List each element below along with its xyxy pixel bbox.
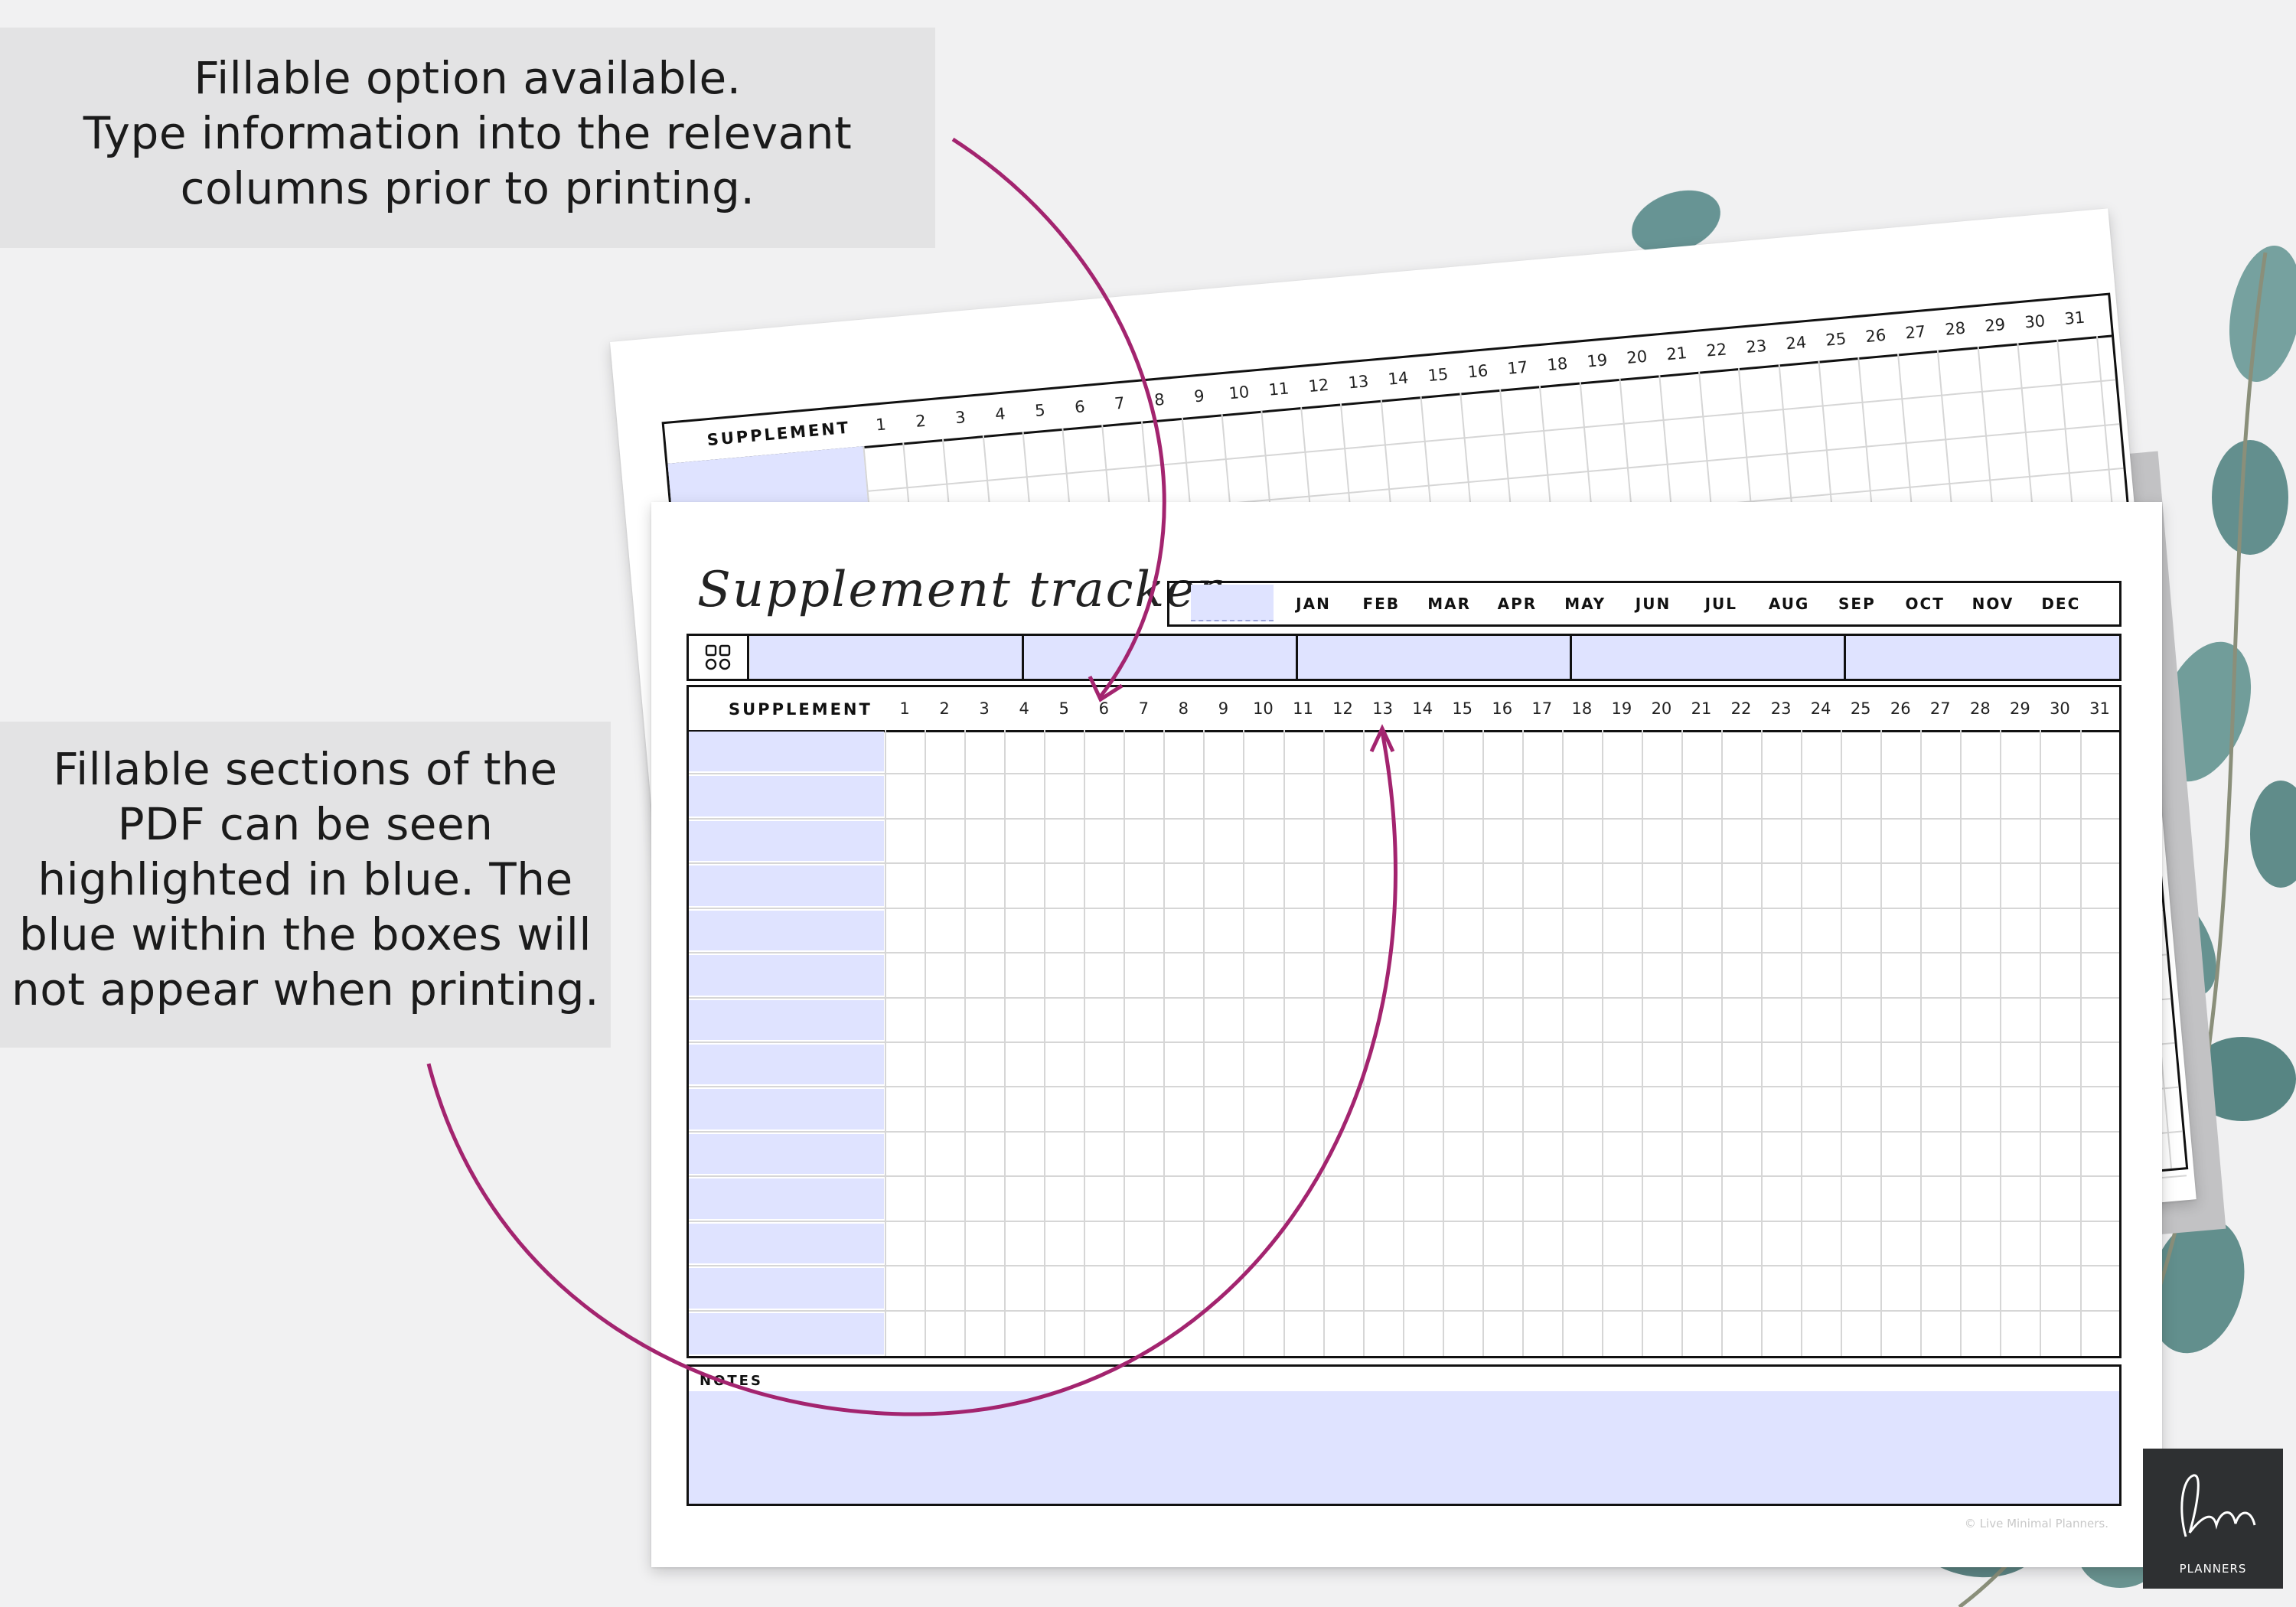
arrow-top-path <box>951 137 1166 698</box>
brand-logo: PLANNERS <box>2143 1449 2283 1589</box>
logo-text: PLANNERS <box>2179 1562 2247 1576</box>
arrow-bottom-path <box>426 731 1397 1416</box>
callout-arrows <box>426 137 1397 1416</box>
signature-icon <box>2180 1474 2256 1537</box>
